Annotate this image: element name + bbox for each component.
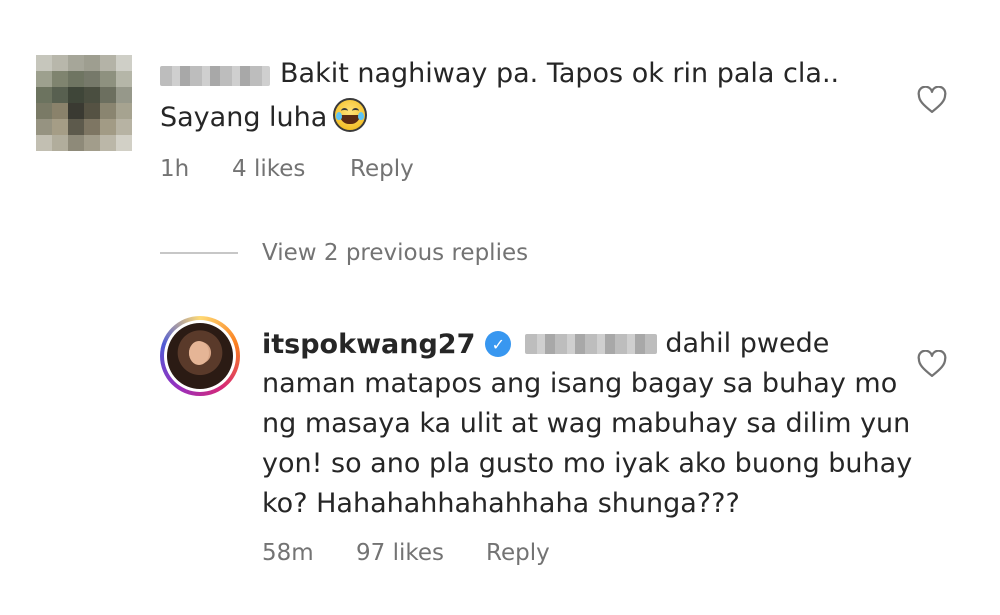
verified-badge-icon: ✓ <box>485 331 512 357</box>
reply-text-line4: yon! so ano pla gusto mo iyak ako buong … <box>262 448 913 479</box>
like-heart-icon[interactable] <box>917 86 947 114</box>
reply-text-line3: ng masaya ka ulit at wag mabuhay sa dili… <box>262 408 911 439</box>
comment-reply-button[interactable]: Reply <box>350 156 414 182</box>
reply-likes-count[interactable]: 97 likes <box>356 540 444 566</box>
reply-text-line5: ko? Hahahahhahahhaha shunga??? <box>262 488 740 519</box>
comment-timestamp: 1h <box>160 156 190 182</box>
reply-text-line1: dahil pwede <box>665 328 830 359</box>
commenter-username-blurred[interactable] <box>160 66 270 86</box>
comment-likes-count[interactable]: 4 likes <box>232 156 305 182</box>
reply-first-line: itspokwang27 ✓ dahil pwede <box>262 322 829 366</box>
reply-like-heart-icon[interactable] <box>917 350 947 378</box>
view-previous-replies-link[interactable]: View 2 previous replies <box>262 240 528 266</box>
comment-text-line2: Sayang luha <box>160 96 368 140</box>
commenter-avatar-pixelated[interactable] <box>36 55 132 151</box>
avatar-photo <box>167 323 233 389</box>
replies-divider <box>160 252 238 254</box>
comment-text-line1: Bakit naghiway pa. Tapos ok rin pala cla… <box>280 58 840 89</box>
reply-avatar[interactable] <box>160 316 240 396</box>
mentioned-username-blurred[interactable] <box>525 334 658 354</box>
reply-reply-button[interactable]: Reply <box>486 540 550 566</box>
avatar-inner-ring <box>164 320 236 392</box>
reply-text-line2: naman matapos ang isang bagay sa buhay m… <box>262 368 898 399</box>
reply-timestamp: 58m <box>262 540 314 566</box>
reply-username[interactable]: itspokwang27 <box>262 329 475 360</box>
tears-of-joy-emoji-icon <box>333 98 368 132</box>
